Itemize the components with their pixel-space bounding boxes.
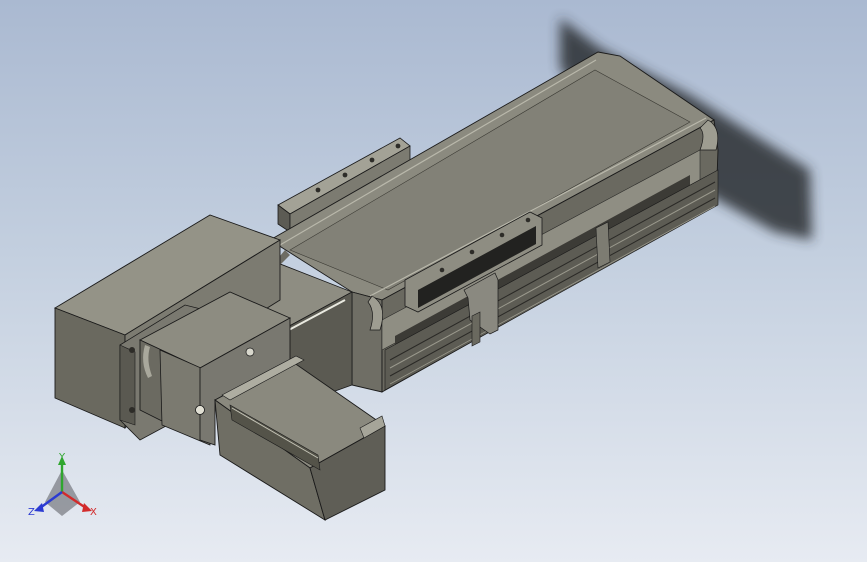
linear-actuator-model[interactable]: Y X Z [0,0,867,562]
y-axis-label: Y [58,452,66,463]
z-axis-label: Z [28,507,35,518]
coordinate-triad: Y X Z [28,452,97,518]
x-axis-label: X [90,507,97,518]
cad-viewport[interactable]: Y X Z [0,0,867,562]
